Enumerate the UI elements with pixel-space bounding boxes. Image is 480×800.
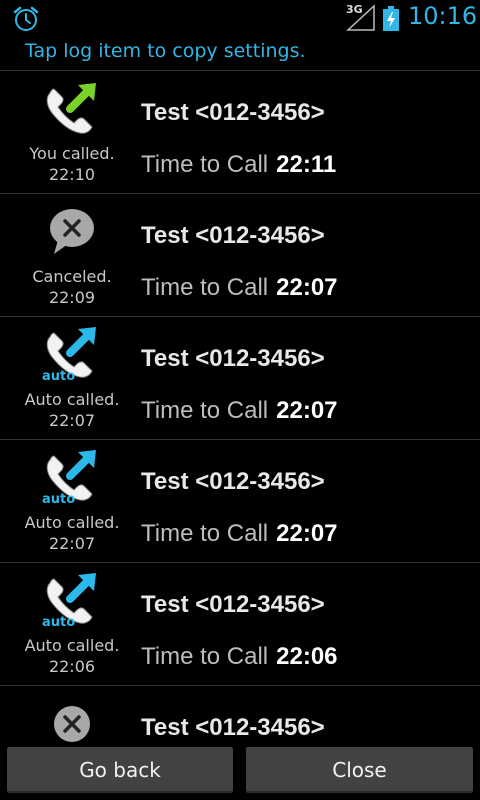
- bottom-button-bar: Go back Close: [0, 745, 480, 800]
- alarm-clock-icon: [13, 6, 39, 31]
- cancel-bubble-icon: [50, 209, 94, 254]
- time-to-call-value: 22:07: [276, 274, 338, 301]
- log-status: Auto called. 22:06: [0, 635, 144, 677]
- log-status-time: 22:07: [48, 411, 96, 430]
- log-status: Canceled. 22:09: [0, 266, 144, 308]
- cancel-circle-icon: [54, 706, 90, 742]
- log-time-to-call: Time to Call 22:11: [141, 151, 336, 179]
- time-to-call-value: 22:07: [276, 520, 338, 547]
- time-to-call-value: 22:06: [276, 643, 338, 670]
- log-status-text: Auto called.: [24, 390, 120, 409]
- log-time-to-call: Time to Call 22:06: [141, 643, 338, 671]
- log-contact-name: Test <012-3456>: [141, 345, 325, 372]
- status-clock: 10:16: [408, 2, 478, 30]
- signal-strength-icon: [346, 4, 375, 31]
- log-status-time: 22:06: [48, 657, 96, 676]
- log-status-text: Auto called.: [24, 636, 120, 655]
- time-to-call-label: Time to Call: [141, 274, 269, 301]
- copy-settings-hint: Tap log item to copy settings.: [25, 40, 306, 62]
- log-time-to-call: Time to Call 22:07: [141, 397, 338, 425]
- log-item[interactable]: auto Auto called. 22:06 Test <012-3456> …: [0, 563, 480, 686]
- battery-charging-icon: [383, 6, 399, 31]
- log-status-text: You called.: [29, 144, 115, 163]
- log-status-text: Canceled.: [32, 267, 112, 286]
- time-to-call-value: 22:07: [276, 397, 338, 424]
- auto-badge: auto: [42, 369, 76, 384]
- time-to-call-value: 22:11: [276, 151, 337, 178]
- phone-outgoing-green-icon: [46, 83, 96, 134]
- log-status-text: Auto called.: [24, 513, 120, 532]
- time-to-call-label: Time to Call: [141, 643, 269, 670]
- call-log-list[interactable]: You called. 22:10 Test <012-3456> Time t…: [0, 71, 480, 746]
- log-status-time: 22:07: [48, 534, 96, 553]
- log-item[interactable]: auto Auto called. 22:07 Test <012-3456> …: [0, 317, 480, 440]
- log-time-to-call: Time to Call 22:07: [141, 520, 338, 548]
- log-item[interactable]: Canceled. 22:09 Test <012-3456> Time to …: [0, 194, 480, 317]
- status-bar: 3G 10:16: [0, 0, 480, 38]
- log-contact-name: Test <012-3456>: [141, 222, 325, 249]
- go-back-button[interactable]: Go back: [7, 747, 233, 793]
- log-item[interactable]: auto Auto called. 22:07 Test <012-3456> …: [0, 440, 480, 563]
- time-to-call-label: Time to Call: [141, 151, 269, 178]
- auto-badge: auto: [42, 492, 76, 507]
- log-contact-name: Test <012-3456>: [141, 468, 325, 495]
- auto-badge: auto: [42, 615, 76, 630]
- log-status: Auto called. 22:07: [0, 512, 144, 554]
- log-status: Auto called. 22:07: [0, 389, 144, 431]
- close-button[interactable]: Close: [246, 747, 473, 793]
- time-to-call-label: Time to Call: [141, 397, 269, 424]
- time-to-call-label: Time to Call: [141, 520, 269, 547]
- log-status: You called. 22:10: [0, 143, 144, 185]
- log-status-time: 22:10: [48, 165, 96, 184]
- log-status-time: 22:09: [48, 288, 96, 307]
- log-contact-name: Test <012-3456>: [141, 591, 325, 618]
- log-contact-name: Test <012-3456>: [141, 714, 325, 741]
- log-item[interactable]: Test <012-3456>: [0, 686, 480, 746]
- log-time-to-call: Time to Call 22:07: [141, 274, 338, 302]
- log-contact-name: Test <012-3456>: [141, 99, 325, 126]
- log-item[interactable]: You called. 22:10 Test <012-3456> Time t…: [0, 71, 480, 194]
